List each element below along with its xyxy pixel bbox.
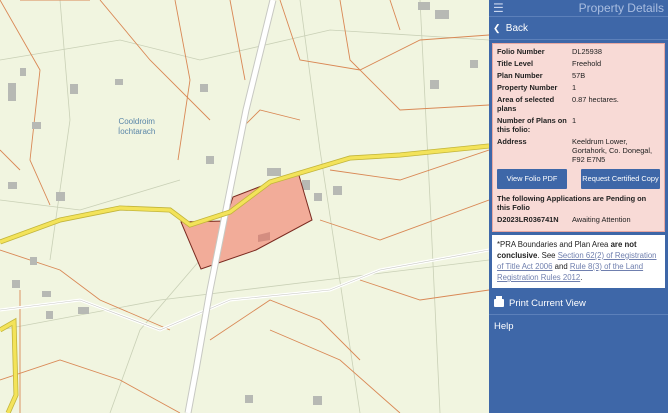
request-certified-copy-button[interactable]: Request Certified Copy xyxy=(581,169,660,189)
folio-details-card: Folio Number DL25938 Title Level Freehol… xyxy=(492,43,665,232)
detail-row: Plan Number 57B xyxy=(497,71,660,80)
detail-row: Folio Number DL25938 xyxy=(497,47,660,56)
note-see: . See xyxy=(537,251,556,260)
pending-applications-heading: The following Applications are Pending o… xyxy=(497,194,647,212)
detail-row: Area of selected plans 0.87 hectares. xyxy=(497,95,660,113)
detail-key: Area of selected plans xyxy=(497,95,555,113)
detail-value: DL25938 xyxy=(572,47,602,56)
print-label: Print Current View xyxy=(509,298,586,309)
detail-key: Title Level xyxy=(497,59,534,68)
detail-value: Freehold xyxy=(572,59,602,68)
pending-application-status: Awaiting Attention xyxy=(572,215,631,224)
property-details-panel: ☰ Property Details ❮ Back Folio Number D… xyxy=(489,0,668,413)
detail-key: Property Number xyxy=(497,83,558,92)
chevron-left-icon: ❮ xyxy=(493,23,501,33)
folio-actions: View Folio PDF Request Certified Copy xyxy=(497,169,660,189)
pending-application-id: D2023LR036741N xyxy=(497,215,559,224)
detail-row: Address Keeldrum Lower, Gortahork, Co. D… xyxy=(497,137,660,164)
detail-value: Keeldrum Lower, Gortahork, Co. Donegal, … xyxy=(572,137,653,164)
detail-value: 57B xyxy=(572,71,586,80)
detail-value: 1 xyxy=(572,116,577,125)
detail-key: Plan Number xyxy=(497,71,543,80)
help-link[interactable]: Help xyxy=(489,317,668,337)
detail-value: 1 xyxy=(572,83,577,92)
detail-row: Title Level Freehold xyxy=(497,59,660,68)
map-view[interactable]: Cooldroim Íochtarach xyxy=(0,0,489,413)
pending-application-row: D2023LR036741N Awaiting Attention xyxy=(497,215,660,224)
detail-row: Property Number 1 xyxy=(497,83,660,92)
hamburger-icon[interactable]: ☰ xyxy=(493,1,504,15)
place-name-label: Cooldroim Íochtarach xyxy=(118,117,156,136)
note-and: and xyxy=(554,262,568,271)
back-label: Back xyxy=(505,23,529,34)
disclaimer-note: *PRA Boundaries and Plan Area are not co… xyxy=(492,235,665,288)
panel-header: ☰ Property Details xyxy=(489,0,668,16)
print-current-view-button[interactable]: Print Current View xyxy=(489,294,668,315)
detail-value: 0.87 hectares. xyxy=(572,95,619,104)
map-canvas[interactable] xyxy=(0,0,489,413)
detail-key: Number of Plans on this folio: xyxy=(497,116,567,134)
detail-row: Number of Plans on this folio: 1 xyxy=(497,116,660,134)
view-folio-pdf-button[interactable]: View Folio PDF xyxy=(497,169,567,189)
note-end: . xyxy=(580,273,583,282)
printer-icon xyxy=(494,296,504,307)
back-button[interactable]: ❮ Back xyxy=(489,16,668,40)
note-prefix: *PRA Boundaries and Plan Area xyxy=(497,240,609,249)
detail-key: Address xyxy=(497,137,527,146)
detail-key: Folio Number xyxy=(497,47,545,56)
panel-title: Property Details xyxy=(578,1,664,15)
